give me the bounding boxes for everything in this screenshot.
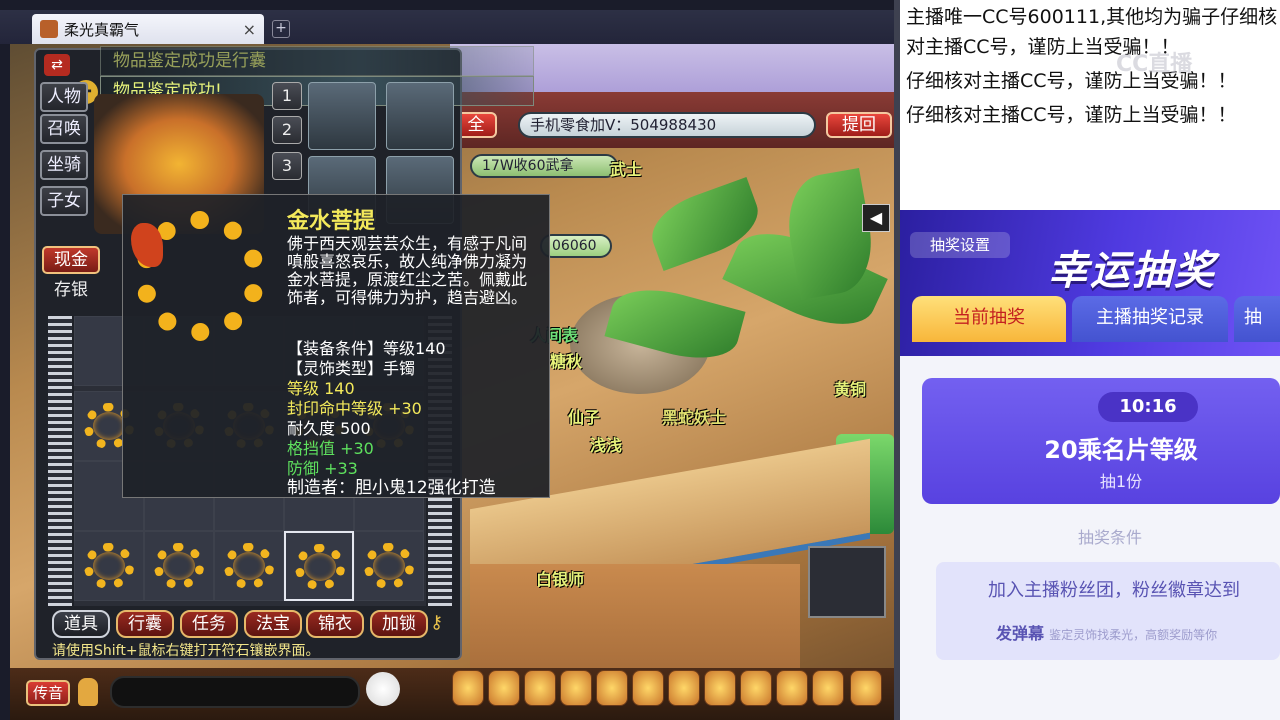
- condition-sub-detail: 鉴定灵饰找柔光，高额奖励等你: [1049, 628, 1218, 642]
- menu-icon[interactable]: [740, 670, 772, 706]
- bank-label: 存银: [54, 280, 88, 300]
- withdraw-button[interactable]: 提回: [826, 112, 892, 138]
- condition-sub: 发弹幕 鉴定灵饰找柔光，高额奖励等你: [996, 620, 1217, 644]
- chat-input[interactable]: [110, 676, 360, 708]
- browser-tab-title: 柔光真霸气: [64, 20, 140, 39]
- item-tooltip: 金水菩提 佛于西天观芸芸众生，有感于凡间嗔般喜怒哀乐，故人纯净佛力凝为金水菩提，…: [122, 194, 550, 498]
- npc-label[interactable]: 白银师: [536, 566, 584, 590]
- side-button-summon[interactable]: 召唤: [40, 114, 88, 144]
- item-name: 金水菩提: [287, 209, 376, 234]
- browser-tab[interactable]: 柔光真霸气 ×: [32, 14, 264, 44]
- chat-messages: 主播唯一CC号600111,其他均为骗子仔细核对主播CC号，谨防上当受骗！！ 仔…: [906, 2, 1280, 134]
- menu-icon[interactable]: [560, 670, 592, 706]
- chat-message: 主播唯一CC号600111,其他均为骗子仔细核对主播CC号，谨防上当受骗！！: [906, 6, 1278, 58]
- lottery-settings-button[interactable]: 抽奖设置: [910, 232, 1010, 258]
- swap-icon[interactable]: ⇄: [44, 54, 70, 76]
- equip-slot-weapon[interactable]: [308, 82, 376, 150]
- key-icon[interactable]: ⚷: [430, 612, 448, 636]
- tab-quest[interactable]: 任务: [180, 610, 238, 638]
- fret-border: [48, 316, 72, 606]
- prize-count: 抽1份: [1099, 472, 1143, 491]
- lottery-banner: 抽奖设置 幸运抽奖 当前抽奖 主播抽奖记录 抽: [900, 210, 1280, 356]
- bracelet-icon: [224, 543, 274, 589]
- side-button-children[interactable]: 子女: [40, 186, 88, 216]
- menu-icon[interactable]: [596, 670, 628, 706]
- chat-message: 仔细核对主播CC号，谨防上当受骗！！: [906, 70, 1237, 92]
- tab-treasure[interactable]: 法宝: [244, 610, 302, 638]
- menu-icon[interactable]: [812, 670, 844, 706]
- inventory-cell-selected[interactable]: [284, 531, 354, 601]
- npc-label[interactable]: 黑蛇妖士: [662, 404, 726, 428]
- new-tab-button[interactable]: +: [272, 20, 290, 38]
- minimap[interactable]: [808, 546, 886, 618]
- side-button-character[interactable]: 人物: [40, 82, 88, 112]
- tab-bag[interactable]: 行囊: [116, 610, 174, 638]
- item-maker: 制造者：胆小鬼12强化打造: [287, 478, 496, 498]
- tab-close-icon[interactable]: ×: [243, 20, 256, 39]
- menu-icon[interactable]: [524, 670, 556, 706]
- countdown-timer: 10:16: [1098, 392, 1198, 422]
- menu-icon[interactable]: [704, 670, 736, 706]
- cc-watermark: CC直播: [1116, 52, 1193, 77]
- game-window: 柔光真霸气 × + 全 手机零食加V：504988430 提回 17W收60武拿…: [0, 0, 900, 720]
- bracelet-icon: [364, 543, 414, 589]
- slot-number-button[interactable]: 2: [272, 116, 302, 144]
- speaker-button[interactable]: 传音: [26, 680, 70, 706]
- screen-root: { "browser": { "tab_title": "柔光真霸气", "cl…: [0, 0, 1280, 720]
- browser-titlebar: 柔光真霸气 × +: [0, 10, 900, 44]
- number-tag: 06060: [540, 234, 612, 258]
- buy-tag: 17W收60武拿: [470, 154, 618, 178]
- inventory-hint: 请使用Shift+鼠标右键打开符石镶嵌界面。: [52, 643, 320, 659]
- live-side-panel: 主播唯一CC号600111,其他均为骗子仔细核对主播CC号，谨防上当受骗！！ 仔…: [900, 0, 1280, 720]
- condition-text: 加入主播粉丝团，粉丝徽章达到: [988, 580, 1240, 601]
- lottery-banner-title: 幸运抽奖: [1048, 248, 1216, 294]
- prize-box: 10:16 20乘名片等级 抽1份: [922, 378, 1280, 504]
- condition-sub-label: 发弹幕: [996, 624, 1045, 643]
- bracelet-icon: [154, 543, 204, 589]
- condition-header: 抽奖条件: [1077, 528, 1142, 547]
- chat-message: 仔细核对主播CC号，谨防上当受骗！！: [906, 104, 1237, 126]
- bracelet-icon: [84, 543, 134, 589]
- menu-icon[interactable]: [668, 670, 700, 706]
- inventory-cell[interactable]: [354, 531, 424, 601]
- phone-snack-banner: 手机零食加V：504988430: [518, 112, 816, 138]
- tab-lock[interactable]: 加锁: [370, 610, 428, 638]
- menu-icon[interactable]: [776, 670, 808, 706]
- npc-label[interactable]: 仙子: [568, 404, 600, 428]
- emoji-icon[interactable]: [366, 672, 400, 706]
- toast-ghost: 物品鉴定成功是行囊: [100, 46, 534, 76]
- tiger-favicon-icon: [40, 20, 58, 38]
- lottery-card: 10:16 20乘名片等级 抽1份 抽奖条件 加入主播粉丝团，粉丝徽章达到 发弹…: [900, 356, 1280, 720]
- npc-label[interactable]: 武士: [610, 156, 642, 180]
- tab-current-lottery[interactable]: 当前抽奖: [912, 296, 1066, 342]
- npc-label[interactable]: 糖秋: [550, 348, 582, 372]
- inventory-cell[interactable]: [74, 531, 144, 601]
- cash-button[interactable]: 现金: [42, 246, 100, 274]
- slot-number-button[interactable]: 1: [272, 82, 302, 110]
- menu-icon[interactable]: [850, 670, 882, 706]
- collapse-arrow-icon[interactable]: ◀: [862, 204, 890, 232]
- tab-more[interactable]: 抽: [1234, 296, 1280, 342]
- equip-slot-necklace[interactable]: [386, 82, 454, 150]
- item-description: 佛于西天观芸芸众生，有感于凡间嗔般喜怒哀乐，故人纯净佛力凝为金水菩提，原渡红尘之…: [287, 234, 528, 307]
- prize-title: 20乘名片等级: [1044, 436, 1198, 464]
- slot-number-button[interactable]: 3: [272, 152, 302, 180]
- inventory-cell[interactable]: [144, 531, 214, 601]
- bracelet-icon: [295, 544, 345, 590]
- tab-items[interactable]: 道具: [52, 610, 110, 638]
- condition-box: 加入主播粉丝团，粉丝徽章达到 发弹幕 鉴定灵饰找柔光，高额奖励等你: [936, 562, 1280, 660]
- inventory-cell[interactable]: [214, 531, 284, 601]
- npc-label[interactable]: 黄铜: [834, 376, 866, 400]
- tab-outfit[interactable]: 锦衣: [306, 610, 364, 638]
- tab-lottery-history[interactable]: 主播抽奖记录: [1072, 296, 1228, 342]
- menu-icon[interactable]: [632, 670, 664, 706]
- menu-icon[interactable]: [452, 670, 484, 706]
- microphone-icon[interactable]: [78, 678, 98, 706]
- menu-icon[interactable]: [488, 670, 520, 706]
- npc-label[interactable]: 浅浅: [590, 432, 622, 456]
- side-button-mount[interactable]: 坐骑: [40, 150, 88, 180]
